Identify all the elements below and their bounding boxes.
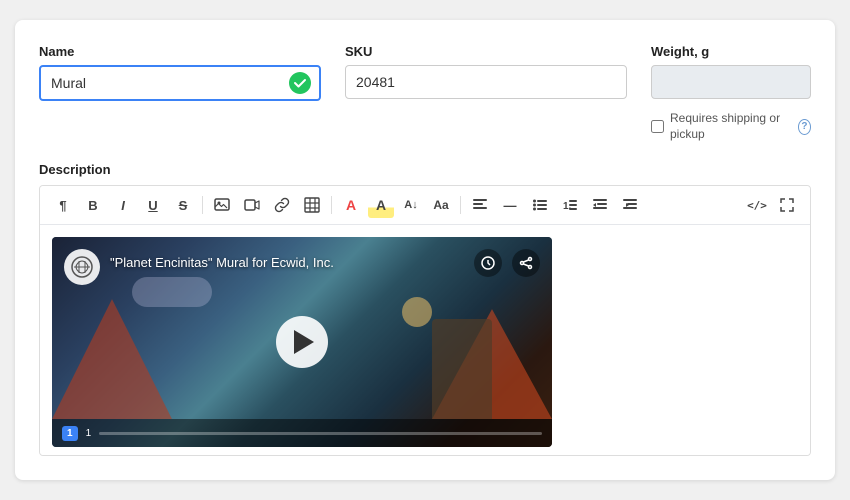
mountain-left-decoration xyxy=(52,299,172,419)
toolbar-indent-dec-btn[interactable] xyxy=(587,192,613,218)
video-time-badge: 1 xyxy=(62,426,78,441)
toolbar-font-size-btn[interactable]: Aa xyxy=(428,192,454,218)
toolbar-indent-inc-btn[interactable] xyxy=(617,192,643,218)
video-title-text: "Planet Encinitas" Mural for Ecwid, Inc. xyxy=(110,255,334,270)
toolbar-fullscreen-btn[interactable] xyxy=(774,192,800,218)
name-input[interactable] xyxy=(39,65,321,101)
sku-input[interactable] xyxy=(345,65,627,99)
requires-shipping-label[interactable]: Requires shipping or pickup xyxy=(670,111,788,142)
video-embed[interactable]: "Planet Encinitas" Mural for Ecwid, Inc. xyxy=(52,237,552,447)
weight-label: Weight, g xyxy=(651,44,811,59)
weight-field-group: Weight, g Requires shipping or pickup ? xyxy=(651,44,811,142)
toolbar-hr-btn[interactable]: — xyxy=(497,192,523,218)
editor-toolbar: ¶ B I U S A A xyxy=(40,186,810,225)
toolbar-divider-1 xyxy=(202,196,203,214)
play-triangle-icon xyxy=(294,330,314,354)
toolbar-ul-btn[interactable] xyxy=(527,192,553,218)
description-section: Description ¶ B I U S xyxy=(39,162,811,456)
sku-label: SKU xyxy=(345,44,627,59)
toolbar-bold-btn[interactable]: B xyxy=(80,192,106,218)
toolbar-underline-btn[interactable]: U xyxy=(140,192,166,218)
top-fields-row: Name SKU Weight, g xyxy=(39,44,811,142)
toolbar-ol-btn[interactable]: 1. xyxy=(557,192,583,218)
toolbar-highlight-btn[interactable]: A xyxy=(368,192,394,218)
rich-text-editor: ¶ B I U S A A xyxy=(39,185,811,456)
shipping-checkbox-row: Requires shipping or pickup ? xyxy=(651,111,811,142)
video-progress-bar[interactable] xyxy=(99,432,542,435)
toolbar-divider-2 xyxy=(331,196,332,214)
weight-input[interactable] xyxy=(651,65,811,99)
toolbar-align-btn[interactable] xyxy=(467,192,493,218)
weight-input-wrapper xyxy=(651,65,811,99)
toolbar-strikethrough-btn[interactable]: S xyxy=(170,192,196,218)
toolbar-code-btn[interactable]: </> xyxy=(744,192,770,218)
name-input-verified-icon xyxy=(289,72,311,94)
video-top-icons xyxy=(474,249,540,277)
description-label: Description xyxy=(39,162,811,177)
toolbar-table-btn[interactable] xyxy=(299,192,325,218)
requires-shipping-checkbox[interactable] xyxy=(651,120,664,133)
product-form-card: Name SKU Weight, g xyxy=(15,20,835,480)
toolbar-paragraph-btn[interactable]: ¶ xyxy=(50,192,76,218)
name-field-group: Name xyxy=(39,44,321,101)
video-time-position: 1 xyxy=(86,428,92,439)
sku-input-wrapper xyxy=(345,65,627,99)
toolbar-link-btn[interactable] xyxy=(269,192,295,218)
video-background: "Planet Encinitas" Mural for Ecwid, Inc. xyxy=(52,237,552,447)
toolbar-divider-3 xyxy=(460,196,461,214)
video-bottom-bar: 1 1 xyxy=(52,419,552,447)
moon-decoration xyxy=(402,297,432,327)
shipping-help-icon[interactable]: ? xyxy=(798,119,811,135)
mural-figure-decoration xyxy=(432,319,492,419)
name-input-wrapper xyxy=(39,65,321,101)
toolbar-text-color-btn[interactable]: A xyxy=(338,192,364,218)
editor-content-area[interactable]: "Planet Encinitas" Mural for Ecwid, Inc. xyxy=(40,225,810,455)
toolbar-italic-btn[interactable]: I xyxy=(110,192,136,218)
video-play-button[interactable] xyxy=(276,316,328,368)
toolbar-image-btn[interactable] xyxy=(209,192,235,218)
toolbar-font-size-down-btn[interactable]: A↓ xyxy=(398,192,424,218)
sku-field-group: SKU xyxy=(345,44,627,99)
name-label: Name xyxy=(39,44,321,59)
video-time-icon[interactable] xyxy=(474,249,502,277)
toolbar-video-btn[interactable] xyxy=(239,192,265,218)
video-share-icon[interactable] xyxy=(512,249,540,277)
cloud-decoration xyxy=(132,277,212,307)
video-channel-logo xyxy=(64,249,100,285)
